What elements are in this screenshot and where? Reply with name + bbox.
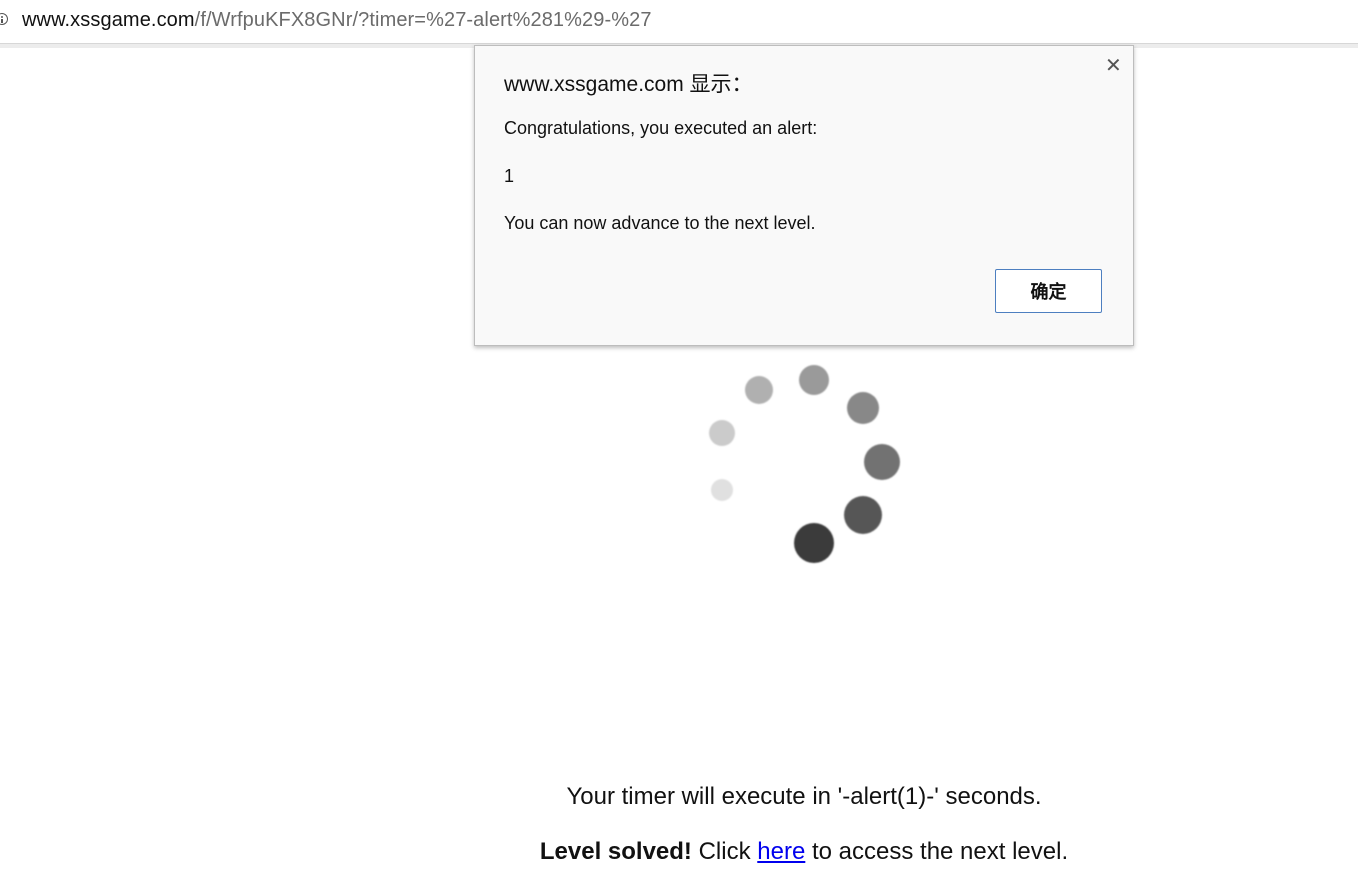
- next-level-link[interactable]: here: [757, 838, 805, 865]
- level-solved-message: Level solved! Click here to access the n…: [0, 838, 1358, 866]
- dialog-title: www.xssgame.com 显示：: [504, 73, 753, 96]
- solved-pre-text: Click: [691, 838, 758, 865]
- alert-dialog: www.xssgame.com 显示： ✕ Congratulations, y…: [474, 45, 1134, 346]
- spinner-dot: [799, 365, 829, 395]
- timer-message: Your timer will execute in '-alert(1)-' …: [566, 783, 1042, 810]
- solved-post-text: to access the next level.: [805, 838, 1069, 865]
- close-icon[interactable]: ✕: [1105, 56, 1122, 76]
- spinner-dot: [709, 420, 735, 446]
- spinner-dot: [745, 376, 773, 404]
- spinner-dot: [847, 392, 879, 424]
- url-text[interactable]: www.xssgame.com/f/WrfpuKFX8GNr/?timer=%2…: [22, 9, 652, 32]
- spinner-dot: [794, 523, 834, 563]
- ok-button[interactable]: 确定: [995, 269, 1102, 313]
- dialog-message-line-2: 1: [504, 166, 515, 186]
- spinner-dot: [844, 496, 882, 534]
- spinner-dot: [711, 479, 733, 501]
- url-host: www.xssgame.com: [22, 9, 195, 31]
- info-icon[interactable]: [0, 13, 8, 25]
- url-path: /f/WrfpuKFX8GNr/?timer=%27-alert%281%29-…: [194, 9, 652, 31]
- dialog-message-line-1: Congratulations, you executed an alert:: [504, 118, 818, 138]
- spinner-dot: [864, 444, 900, 480]
- address-bar[interactable]: www.xssgame.com/f/WrfpuKFX8GNr/?timer=%2…: [0, 0, 1358, 48]
- dialog-message-line-3: You can now advance to the next level.: [504, 213, 816, 233]
- level-solved-label: Level solved!: [539, 838, 692, 865]
